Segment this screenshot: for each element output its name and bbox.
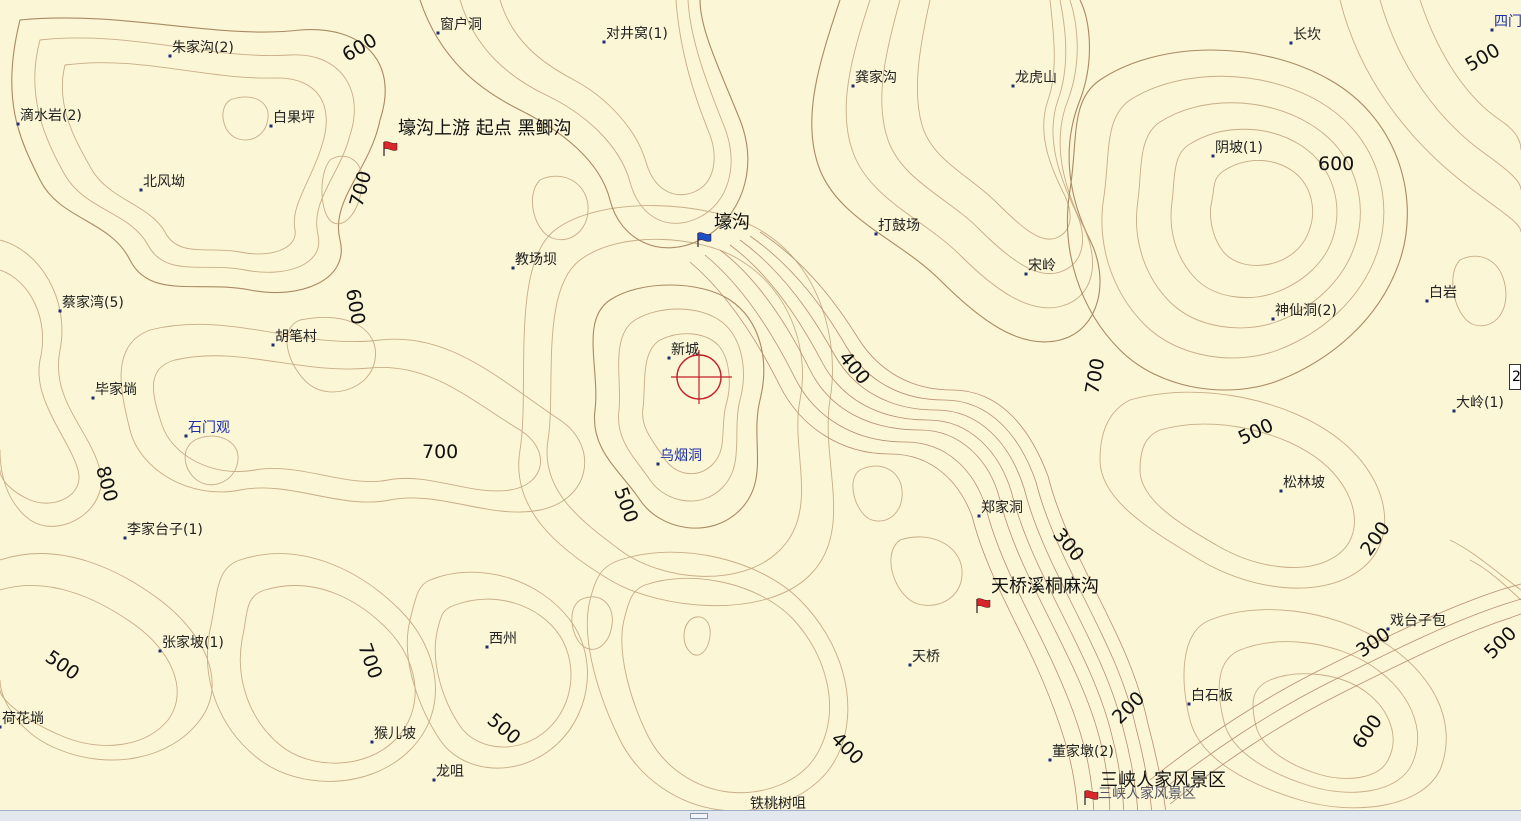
place-p24[interactable]: 松林坡 xyxy=(1280,475,1326,493)
place-p15[interactable]: 白岩 xyxy=(1426,285,1458,303)
topographic-map[interactable]: 6007006007008005007005005004004003002007… xyxy=(0,0,1521,820)
place-label: 龙咀 xyxy=(436,764,464,780)
place-p33[interactable]: 猴儿坡 xyxy=(371,726,417,744)
place-p11[interactable]: 北风坳 xyxy=(140,174,186,192)
place-label: 朱家沟(2) xyxy=(172,39,234,56)
place-p14[interactable]: 宋岭 xyxy=(1025,258,1057,276)
place-label: 北风坳 xyxy=(143,174,185,190)
place-p28[interactable]: 西州 xyxy=(486,631,518,649)
place-p22[interactable]: 石门观 xyxy=(185,420,231,438)
place-p13[interactable]: 教场坝 xyxy=(512,252,558,270)
bottom-scrollbar[interactable] xyxy=(0,810,1521,821)
place-label: 白石板 xyxy=(1191,688,1233,704)
place-p17[interactable]: 神仙洞(2) xyxy=(1272,303,1337,321)
place-label: 窗户洞 xyxy=(440,16,482,33)
place-label: 石门观 xyxy=(188,420,230,436)
scrollbar-handle[interactable] xyxy=(690,813,708,819)
place-label: 张家坡(1) xyxy=(162,634,224,651)
place-label: 大岭(1) xyxy=(1456,395,1504,411)
elevation-label-e4: 700 xyxy=(422,441,458,463)
place-p20[interactable]: 毕家埫 xyxy=(92,381,138,400)
place-label: 打鼓场 xyxy=(878,217,920,234)
place-label: 猴儿坡 xyxy=(374,726,416,742)
place-label: 董家墩(2) xyxy=(1052,743,1114,760)
waypoint-label: 壕沟上游 起点 黑鲫沟 xyxy=(398,118,571,139)
place-label: 阴坡(1) xyxy=(1215,140,1263,156)
place-label: 神仙洞(2) xyxy=(1275,303,1337,319)
place-label: 宋岭 xyxy=(1028,258,1056,274)
place-label: 荷花埫 xyxy=(2,711,44,727)
place-p32[interactable]: 荷花埫 xyxy=(0,711,44,729)
place-label: 龚家沟 xyxy=(855,69,897,86)
place-p12[interactable]: 打鼓场 xyxy=(875,217,921,236)
place-label: 白果坪 xyxy=(273,110,315,126)
place-p23[interactable]: 乌烟洞 xyxy=(657,448,703,466)
place-p18[interactable]: 胡笔村 xyxy=(272,329,318,347)
place-label: 教场坝 xyxy=(515,252,557,268)
waypoint-label: 天桥溪桐麻沟 xyxy=(991,576,1099,597)
place-p21[interactable]: 大岭(1) xyxy=(1453,395,1504,413)
place-label: 松林坡 xyxy=(1283,475,1325,491)
place-label: 李家台子(1) xyxy=(127,521,203,538)
place-p2[interactable]: 窗户洞 xyxy=(437,16,483,35)
place-label: 龙虎山 xyxy=(1015,70,1057,86)
place-label: 四门 xyxy=(1494,14,1521,30)
edge-indicator: 2 xyxy=(1509,364,1521,390)
place-p25[interactable]: 郑家洞 xyxy=(978,499,1024,518)
place-p30[interactable]: 天桥 xyxy=(909,649,941,667)
place-p3[interactable]: 对井窝(1) xyxy=(603,25,668,44)
place-p19[interactable]: 新城 xyxy=(668,342,700,360)
place-label: 新城 xyxy=(671,342,699,358)
elevation-label-e15: 600 xyxy=(1318,153,1354,175)
place-p8[interactable]: 滴水岩(2) xyxy=(17,107,82,126)
place-label: 对井窝(1) xyxy=(606,25,668,42)
place-p29[interactable]: 张家坡(1) xyxy=(159,634,224,653)
place-p35[interactable]: 龙咀 xyxy=(433,764,465,782)
place-label: 天桥 xyxy=(912,649,940,665)
place-label: 胡笔村 xyxy=(275,329,317,345)
place-label: 西州 xyxy=(489,631,517,647)
place-label: 白岩 xyxy=(1429,285,1457,301)
place-p7[interactable]: 龙虎山 xyxy=(1012,70,1058,88)
place-p27[interactable]: 戏台子包 xyxy=(1387,613,1447,631)
place-p31[interactable]: 白石板 xyxy=(1188,688,1234,706)
place-label: 长坎 xyxy=(1293,27,1321,43)
place-p34[interactable]: 董家墩(2) xyxy=(1049,743,1114,762)
place-label: 毕家埫 xyxy=(95,381,137,398)
place-p5[interactable]: 四门 xyxy=(1491,14,1521,32)
place-p1[interactable]: 朱家沟(2) xyxy=(169,39,234,58)
place-label: 滴水岩(2) xyxy=(20,107,82,124)
place-label: 乌烟洞 xyxy=(660,448,702,464)
ghost-label: 三峡人家风景区 xyxy=(1098,785,1196,802)
place-p10[interactable]: 阴坡(1) xyxy=(1212,140,1263,158)
place-label: 戏台子包 xyxy=(1390,613,1446,629)
place-p6[interactable]: 龚家沟 xyxy=(852,69,898,88)
waypoint-label: 壕沟 xyxy=(714,212,750,233)
place-p16[interactable]: 蔡家湾(5) xyxy=(59,294,124,313)
place-label: 蔡家湾(5) xyxy=(62,294,124,311)
place-p9[interactable]: 白果坪 xyxy=(270,110,316,128)
place-p26[interactable]: 李家台子(1) xyxy=(124,521,203,540)
place-label: 郑家洞 xyxy=(981,499,1023,516)
place-p4[interactable]: 长坎 xyxy=(1290,27,1322,45)
